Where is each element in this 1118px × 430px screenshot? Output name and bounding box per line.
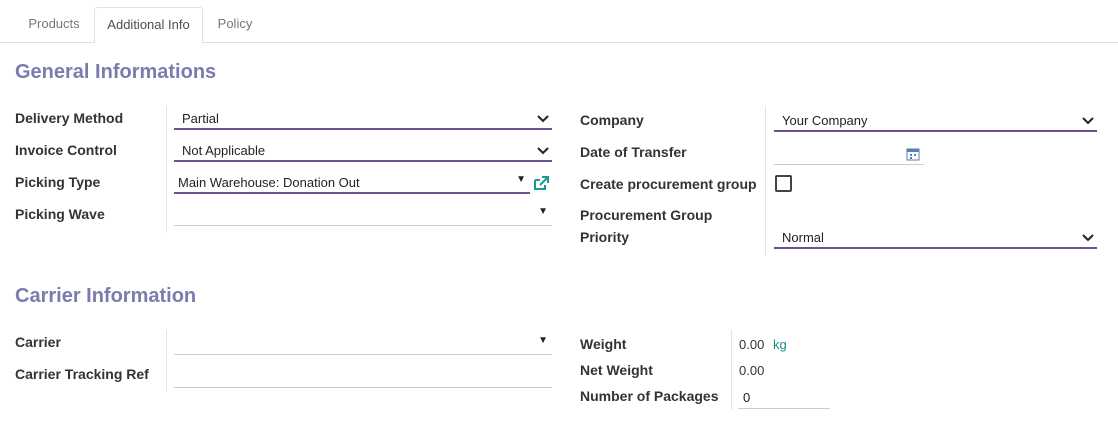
weight-unit: kg [773, 337, 787, 352]
chevron-down-icon [1082, 234, 1094, 242]
tab-products[interactable]: Products [15, 7, 93, 43]
weight-label: Weight [580, 336, 627, 352]
priority-label: Priority [580, 229, 630, 245]
net-weight-label: Net Weight [580, 362, 653, 378]
priority-value: Normal [782, 230, 824, 245]
create-procurement-group-label: Create procurement group [580, 176, 757, 192]
date-of-transfer-label: Date of Transfer [580, 144, 687, 160]
invoice-control-value: Not Applicable [182, 143, 266, 158]
priority-select[interactable]: Normal [774, 227, 1097, 249]
delivery-method-label: Delivery Method [15, 110, 124, 126]
picking-wave-label: Picking Wave [15, 206, 105, 222]
invoice-control-label: Invoice Control [15, 142, 117, 158]
number-of-packages-input[interactable]: 0 [738, 387, 830, 409]
column-divider [731, 330, 732, 410]
caret-down-icon: ▼ [538, 206, 548, 217]
create-procurement-group-checkbox[interactable] [775, 175, 792, 192]
picking-type-select[interactable]: Main Warehouse: Donation Out ▼ [174, 172, 530, 194]
invoice-control-select[interactable]: Not Applicable [174, 140, 552, 162]
calendar-icon[interactable] [906, 147, 920, 161]
company-label: Company [580, 112, 644, 128]
delivery-method-select[interactable]: Partial [174, 108, 552, 130]
carrier-tracking-ref-label: Carrier Tracking Ref [15, 366, 149, 382]
chevron-down-icon [537, 147, 549, 155]
delivery-method-value: Partial [182, 111, 219, 126]
column-divider [166, 330, 167, 392]
carrier-information-title: Carrier Information [15, 285, 197, 307]
number-of-packages-label: Number of Packages [580, 388, 719, 404]
date-of-transfer-input[interactable] [774, 143, 924, 165]
caret-down-icon: ▼ [516, 174, 526, 185]
net-weight-value: 0.00 [739, 363, 765, 378]
carrier-select[interactable]: ▼ [174, 333, 552, 355]
picking-wave-select[interactable]: ▼ [174, 204, 552, 226]
carrier-label: Carrier [15, 334, 61, 350]
tab-additional-info[interactable]: Additional Info [94, 7, 203, 44]
picking-type-label: Picking Type [15, 174, 101, 190]
chevron-down-icon [537, 115, 549, 123]
column-divider [166, 106, 167, 233]
chevron-down-icon [1082, 117, 1094, 125]
notebook-tabs: Products Additional Info Policy [0, 0, 1118, 44]
picking-type-value: Main Warehouse: Donation Out [178, 175, 360, 190]
procurement-group-label: Procurement Group [580, 207, 713, 223]
carrier-tracking-ref-input[interactable] [174, 366, 552, 388]
weight-value: 0.00 [739, 337, 765, 352]
caret-down-icon: ▼ [538, 335, 548, 346]
company-select[interactable]: Your Company [774, 110, 1097, 132]
company-value: Your Company [782, 113, 868, 128]
tab-policy[interactable]: Policy [205, 7, 265, 43]
number-of-packages-value: 0 [743, 390, 751, 405]
external-link-icon[interactable] [533, 175, 550, 191]
column-divider [765, 106, 766, 256]
general-informations-title: General Informations [15, 61, 217, 83]
